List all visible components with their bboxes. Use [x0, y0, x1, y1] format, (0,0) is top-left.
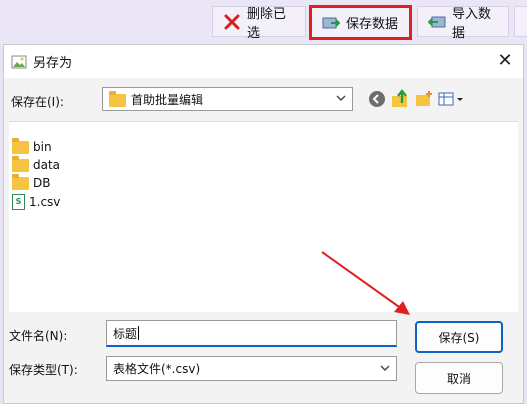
look-in-label: 保存在(I): — [11, 95, 64, 109]
folder-icon — [12, 137, 29, 154]
file-name: 1.csv — [29, 195, 61, 209]
red-x-icon — [223, 14, 241, 30]
list-item[interactable]: bin — [12, 137, 52, 156]
save-as-dialog: 另存为 ✕ 保存在(I): 首助批量编辑 bin data DB S 1.csv… — [3, 44, 524, 404]
import-data-button[interactable]: 导入数据 — [417, 6, 509, 41]
folder-icon — [109, 90, 126, 107]
save-data-label: 保存数据 — [346, 17, 399, 32]
toolbar-overflow-button[interactable] — [514, 6, 527, 37]
filetype-value: 表格文件(*.csv) — [113, 362, 201, 376]
file-name: bin — [33, 140, 52, 154]
import-data-label: 导入数据 — [452, 6, 492, 41]
look-in-dropdown[interactable]: 首助批量编辑 — [102, 87, 353, 111]
delete-selected-button[interactable]: 删除已选 — [212, 6, 306, 41]
up-folder-icon[interactable] — [390, 89, 410, 109]
back-icon[interactable] — [367, 89, 387, 109]
chevron-down-icon — [336, 95, 346, 101]
delete-selected-label: 删除已选 — [247, 6, 287, 41]
save-button[interactable]: 保存(S) — [415, 321, 503, 353]
cancel-button-label: 取消 — [446, 371, 471, 386]
save-button-label: 保存(S) — [438, 330, 480, 345]
folder-icon — [12, 173, 29, 190]
folder-icon — [12, 155, 29, 172]
file-name: DB — [33, 176, 51, 190]
look-in-value: 首助批量编辑 — [131, 92, 204, 107]
list-item[interactable]: data — [12, 155, 61, 174]
view-menu-icon[interactable] — [437, 89, 467, 109]
dialog-title: 另存为 — [33, 56, 73, 71]
cancel-button[interactable]: 取消 — [415, 362, 503, 394]
look-in-row: 保存在(I): 首助批量编辑 — [4, 87, 523, 113]
dialog-titlebar: 另存为 ✕ — [4, 45, 523, 78]
filename-input[interactable]: 标题 — [106, 320, 397, 347]
text-caret — [138, 326, 140, 340]
import-data-icon — [427, 14, 446, 30]
filename-label: 文件名(N): — [9, 329, 68, 343]
new-folder-icon[interactable] — [414, 89, 434, 109]
list-item[interactable]: DB — [12, 173, 51, 192]
filetype-label: 保存类型(T): — [9, 363, 78, 377]
csv-file-icon: S — [12, 194, 25, 210]
save-data-button[interactable]: 保存数据 — [309, 5, 412, 40]
picture-icon — [11, 54, 27, 70]
list-item[interactable]: S 1.csv — [12, 193, 60, 211]
filename-value: 标题 — [113, 326, 138, 341]
file-name: data — [33, 158, 61, 172]
toolbar: 删除已选 保存数据 导入数据 — [0, 0, 527, 44]
save-data-icon — [322, 15, 341, 31]
file-list[interactable]: bin data DB S 1.csv — [9, 121, 518, 312]
chevron-down-icon — [380, 365, 390, 371]
close-icon[interactable]: ✕ — [495, 51, 515, 71]
filetype-dropdown[interactable]: 表格文件(*.csv) — [106, 356, 397, 381]
